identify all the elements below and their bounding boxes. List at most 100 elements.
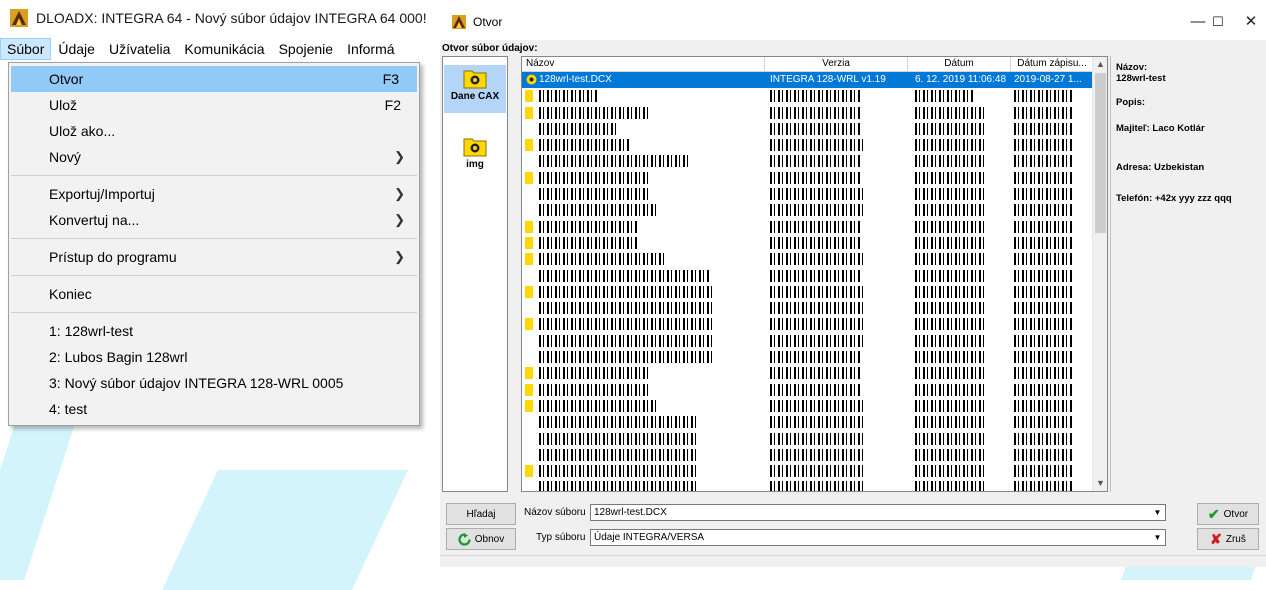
obscured-cell [1014,153,1074,169]
menu-item-exit[interactable]: Koniec [9,281,419,307]
menu-item-new[interactable]: Nový ❯ [9,144,419,170]
menu-uzivatelia[interactable]: Užívatelia [102,38,177,60]
scroll-thumb[interactable] [1095,73,1106,233]
obscured-cell [539,333,714,349]
table-row[interactable] [522,153,1094,169]
scroll-up-icon[interactable]: ▲ [1093,57,1107,72]
obscured-cell [770,121,860,137]
table-row[interactable] [522,105,1094,121]
obscured-cell [539,251,664,267]
obscured-cell [915,414,985,430]
obscured-cell [1014,447,1074,463]
app-logo-icon [452,15,466,29]
open-button-label: Otvor [1223,508,1249,520]
menu-item-convert[interactable]: Konvertuj na... ❯ [9,207,419,233]
menu-item-save[interactable]: Ulož F2 [9,92,419,118]
obscured-cell [770,414,865,430]
folder-pane: Dane CAX img [442,56,508,492]
filetype-combo[interactable]: Údaje INTEGRA/VERSA ▼ [590,529,1166,546]
table-row[interactable] [522,349,1094,365]
obscured-cell [770,300,865,316]
table-row[interactable] [522,251,1094,267]
obscured-cell [539,316,714,332]
dialog-title-bar: Otvor — ☐ ✕ [440,0,1266,40]
menu-subor[interactable]: Súbor [0,38,52,60]
table-row[interactable] [522,463,1094,479]
table-row[interactable] [522,219,1094,235]
table-row[interactable] [522,284,1094,300]
obscured-cell [1014,121,1074,137]
cancel-button[interactable]: ✘ Zruš [1197,528,1259,550]
refresh-button[interactable]: Obnov [446,528,516,550]
menu-item-access[interactable]: Prístup do programu ❯ [9,244,419,270]
column-header-date[interactable]: Dátum [908,57,1011,72]
table-row[interactable] [522,170,1094,186]
vertical-scrollbar[interactable]: ▲ ▼ [1092,57,1107,491]
table-row[interactable] [522,333,1094,349]
menu-item-recent-2[interactable]: 2: Lubos Bagin 128wrl [9,344,419,370]
obscured-cell [915,235,985,251]
menu-item-open[interactable]: Otvor F3 [11,66,417,92]
folder-img[interactable]: img [444,135,506,183]
obscured-cell [1014,284,1074,300]
column-header-version[interactable]: Verzia [765,57,908,72]
menu-item-recent-3[interactable]: 3: Nový súbor údajov INTEGRA 128-WRL 000… [9,370,419,396]
shortcut-label: F3 [382,71,399,87]
menu-spojenie[interactable]: Spojenie [272,38,341,60]
scroll-down-icon[interactable]: ▼ [1093,476,1107,491]
open-button[interactable]: ✔ Otvor [1197,503,1259,525]
table-row[interactable] [522,479,1094,491]
obscured-cell [770,349,860,365]
table-row[interactable] [522,300,1094,316]
obscured-cell [1014,300,1074,316]
table-row[interactable] [522,235,1094,251]
table-row[interactable] [522,121,1094,137]
menu-item-recent-1[interactable]: 1: 128wrl-test [9,318,419,344]
obscured-cell [1014,479,1074,491]
chevron-down-icon[interactable]: ▼ [1150,505,1165,520]
close-icon[interactable]: ✕ [1233,10,1266,34]
table-row[interactable] [522,316,1094,332]
obscured-cell [1014,219,1074,235]
table-row[interactable] [522,365,1094,381]
obscured-cell [770,219,860,235]
obscured-cell [770,105,860,121]
filename-combo[interactable]: 128wrl-test.DCX ▼ [590,504,1166,521]
menu-item-save-as[interactable]: Ulož ako... [9,118,419,144]
table-row[interactable]: 128wrl-test.DCX INTEGRA 128-WRL v1.19 6.… [522,72,1094,89]
obscured-cell [915,251,985,267]
menu-item-export-import[interactable]: Exportuj/Importuj ❯ [9,181,419,207]
status-bar [440,555,1266,567]
folder-dane-cax[interactable]: Dane CAX [444,65,506,113]
column-header-name[interactable]: Názov [522,57,765,72]
table-row[interactable] [522,414,1094,430]
obscured-cell [915,447,985,463]
filename-value: 128wrl-test.DCX [594,507,667,518]
table-row[interactable] [522,398,1094,414]
menu-separator [11,275,417,276]
obscured-cell [915,479,985,491]
table-row[interactable] [522,447,1094,463]
table-row[interactable] [522,186,1094,202]
obscured-cell [770,202,865,218]
maximize-icon[interactable]: ☐ [1200,10,1236,34]
column-header-write-date[interactable]: Dátum zápisu... [1011,57,1094,72]
table-row[interactable] [522,431,1094,447]
menu-item-label: Ulož ako... [49,123,116,139]
obscured-cell [770,447,865,463]
chevron-down-icon[interactable]: ▼ [1150,530,1165,545]
table-row[interactable] [522,268,1094,284]
menu-informacie[interactable]: Informá [340,38,401,60]
info-name-label: Názov: [1116,62,1148,73]
refresh-button-label: Obnov [474,533,505,545]
obscured-cell [915,219,985,235]
menu-item-recent-4[interactable]: 4: test [9,396,419,422]
table-row[interactable] [522,202,1094,218]
menu-udaje[interactable]: Údaje [51,38,102,60]
obscured-cell [1014,251,1074,267]
table-row[interactable] [522,137,1094,153]
table-row[interactable] [522,382,1094,398]
menu-komunikacia[interactable]: Komunikácia [177,38,271,60]
search-button[interactable]: Hľadaj [446,503,516,525]
table-row[interactable] [522,88,1094,104]
